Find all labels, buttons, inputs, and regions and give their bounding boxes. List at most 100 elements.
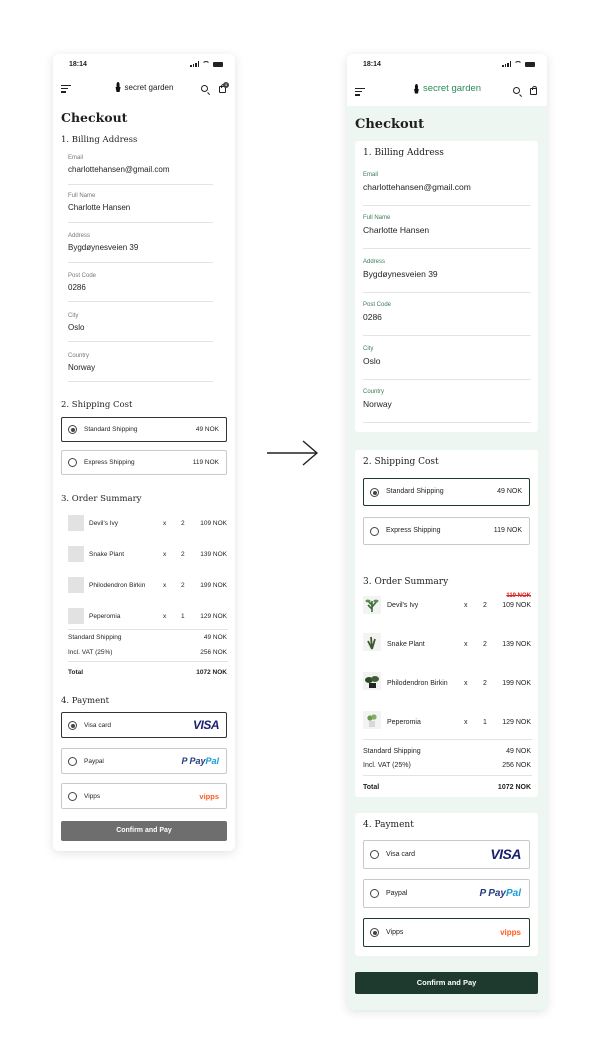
option-price: 49 NOK bbox=[195, 426, 219, 433]
email-field[interactable]: Email charlottehansen@gmail.com bbox=[363, 172, 471, 192]
billing-card: 1. Billing Address Email charlottehansen@… bbox=[355, 141, 538, 432]
brand-logo[interactable]: secret garden bbox=[413, 83, 481, 94]
summary-vat-value: 256 NOK bbox=[200, 649, 227, 656]
vipps-option[interactable]: Vipps vipps bbox=[363, 918, 530, 947]
country-value: Norway bbox=[363, 399, 392, 409]
item-name: Peperomia bbox=[387, 719, 421, 726]
product-thumbnail bbox=[68, 546, 84, 562]
full-name-field[interactable]: Full Name Charlotte Hansen bbox=[68, 193, 130, 212]
payment-section-title: 4. Payment bbox=[363, 820, 414, 830]
confirm-pay-button[interactable]: Confirm and Pay bbox=[355, 972, 538, 994]
radio-selected[interactable] bbox=[370, 488, 379, 497]
item-price: 129 NOK bbox=[200, 613, 227, 620]
page-title: Checkout bbox=[61, 110, 128, 125]
summary-shipping-label: Standard Shipping bbox=[363, 748, 421, 755]
express-shipping-option[interactable]: Express Shipping 119 NOK bbox=[363, 517, 530, 545]
summary-vat-label: Incl. VAT (25%) bbox=[68, 649, 113, 656]
city-value: Oslo bbox=[363, 356, 381, 366]
status-bar: 18:14 bbox=[347, 54, 547, 76]
status-bar: 18:14 bbox=[53, 54, 235, 76]
express-shipping-option[interactable]: Express Shipping 119 NOK bbox=[61, 450, 227, 475]
paypal-logo: P PayPal bbox=[479, 888, 521, 899]
search-icon[interactable] bbox=[201, 85, 208, 92]
city-field[interactable]: City Oslo bbox=[68, 313, 84, 332]
visa-logo: VISA bbox=[192, 718, 220, 732]
item-qty: 2 bbox=[181, 520, 185, 527]
email-field[interactable]: Email charlottehansen@gmail.com bbox=[68, 155, 170, 174]
post-code-value: 0286 bbox=[68, 283, 86, 292]
radio-unselected[interactable] bbox=[68, 458, 77, 467]
times-sign: x bbox=[163, 582, 167, 589]
radio-selected[interactable] bbox=[68, 425, 77, 434]
radio-unselected[interactable] bbox=[68, 757, 77, 766]
menu-icon[interactable] bbox=[61, 85, 71, 95]
full-name-label: Full Name bbox=[68, 193, 96, 199]
post-code-field[interactable]: Post Code 0286 bbox=[363, 302, 391, 322]
cart-icon[interactable] bbox=[530, 86, 537, 95]
paypal-option[interactable]: Paypal P PayPal bbox=[61, 748, 227, 774]
plant-pot-icon bbox=[413, 83, 420, 94]
brand-logo[interactable]: secret garden bbox=[115, 82, 173, 92]
summary-total-label: Total bbox=[68, 669, 84, 676]
option-label: Paypal bbox=[386, 890, 408, 897]
visa-option[interactable]: Visa card VISA bbox=[363, 840, 530, 869]
shipping-section-title: 2. Shipping Cost bbox=[363, 457, 439, 467]
search-icon[interactable] bbox=[513, 87, 520, 94]
city-label: City bbox=[363, 346, 374, 352]
confirm-pay-button[interactable]: Confirm and Pay bbox=[61, 821, 227, 841]
post-code-field[interactable]: Post Code 0286 bbox=[68, 273, 96, 292]
summary-total-value: 1072 NOK bbox=[497, 784, 531, 791]
divider bbox=[68, 629, 228, 630]
address-label: Address bbox=[68, 233, 91, 239]
email-value: charlottehansen@gmail.com bbox=[68, 165, 170, 174]
product-thumbnail bbox=[68, 608, 84, 624]
country-field[interactable]: Country Norway bbox=[68, 353, 95, 372]
radio-unselected[interactable] bbox=[370, 527, 379, 536]
radio-unselected[interactable] bbox=[370, 889, 379, 898]
country-value: Norway bbox=[68, 363, 96, 372]
phone-right: 18:14 secret garden Checkout 1. Billing … bbox=[347, 54, 547, 1010]
summary-shipping-value: 49 NOK bbox=[203, 634, 227, 641]
full-name-field[interactable]: Full Name Charlotte Hansen bbox=[363, 215, 429, 235]
email-label: Email bbox=[68, 155, 84, 161]
address-value: Bygdøynesveien 39 bbox=[68, 243, 139, 252]
divider bbox=[363, 775, 532, 776]
standard-shipping-option[interactable]: Standard Shipping 49 NOK bbox=[363, 478, 530, 506]
divider bbox=[68, 341, 213, 342]
city-field[interactable]: City Oslo bbox=[363, 346, 380, 366]
item-qty: 2 bbox=[181, 551, 185, 558]
vipps-option[interactable]: Vipps vipps bbox=[61, 783, 227, 809]
paypal-option[interactable]: Paypal P PayPal bbox=[363, 879, 530, 908]
email-label: Email bbox=[363, 172, 379, 178]
country-field[interactable]: Country Norway bbox=[363, 389, 392, 409]
times-sign: x bbox=[464, 680, 468, 687]
radio-selected[interactable] bbox=[370, 928, 379, 937]
standard-shipping-option[interactable]: Standard Shipping 49 NOK bbox=[61, 417, 227, 442]
shipping-section-title: 2. Shipping Cost bbox=[61, 400, 133, 410]
times-sign: x bbox=[163, 613, 167, 620]
radio-unselected[interactable] bbox=[370, 850, 379, 859]
option-label: Paypal bbox=[84, 758, 104, 765]
divider bbox=[68, 381, 213, 382]
divider bbox=[363, 248, 531, 249]
item-qty: 2 bbox=[483, 602, 487, 609]
radio-unselected[interactable] bbox=[68, 792, 77, 801]
option-label: Express Shipping bbox=[386, 527, 441, 534]
item-qty: 2 bbox=[483, 680, 487, 687]
divider bbox=[363, 292, 531, 293]
address-field[interactable]: Address Bygdøynesveien 39 bbox=[68, 233, 138, 252]
order-card: 3. Order Summary 119 NOK Devil's Ivy x 2… bbox=[355, 570, 538, 797]
address-field[interactable]: Address Bygdøynesveien 39 bbox=[363, 259, 438, 279]
summary-shipping-value: 49 NOK bbox=[506, 748, 531, 755]
item-name: Philodendron Birkin bbox=[89, 582, 146, 589]
item-name: Peperomia bbox=[89, 613, 121, 620]
signal-icon bbox=[502, 61, 511, 67]
cart-icon[interactable]: 4 bbox=[219, 82, 229, 93]
country-label: Country bbox=[363, 389, 385, 395]
visa-option[interactable]: Visa card VISA bbox=[61, 712, 227, 738]
item-qty: 1 bbox=[483, 719, 487, 726]
menu-icon[interactable] bbox=[355, 88, 365, 98]
payment-section-title: 4. Payment bbox=[61, 696, 109, 706]
radio-selected[interactable] bbox=[68, 721, 77, 730]
times-sign: x bbox=[464, 719, 468, 726]
